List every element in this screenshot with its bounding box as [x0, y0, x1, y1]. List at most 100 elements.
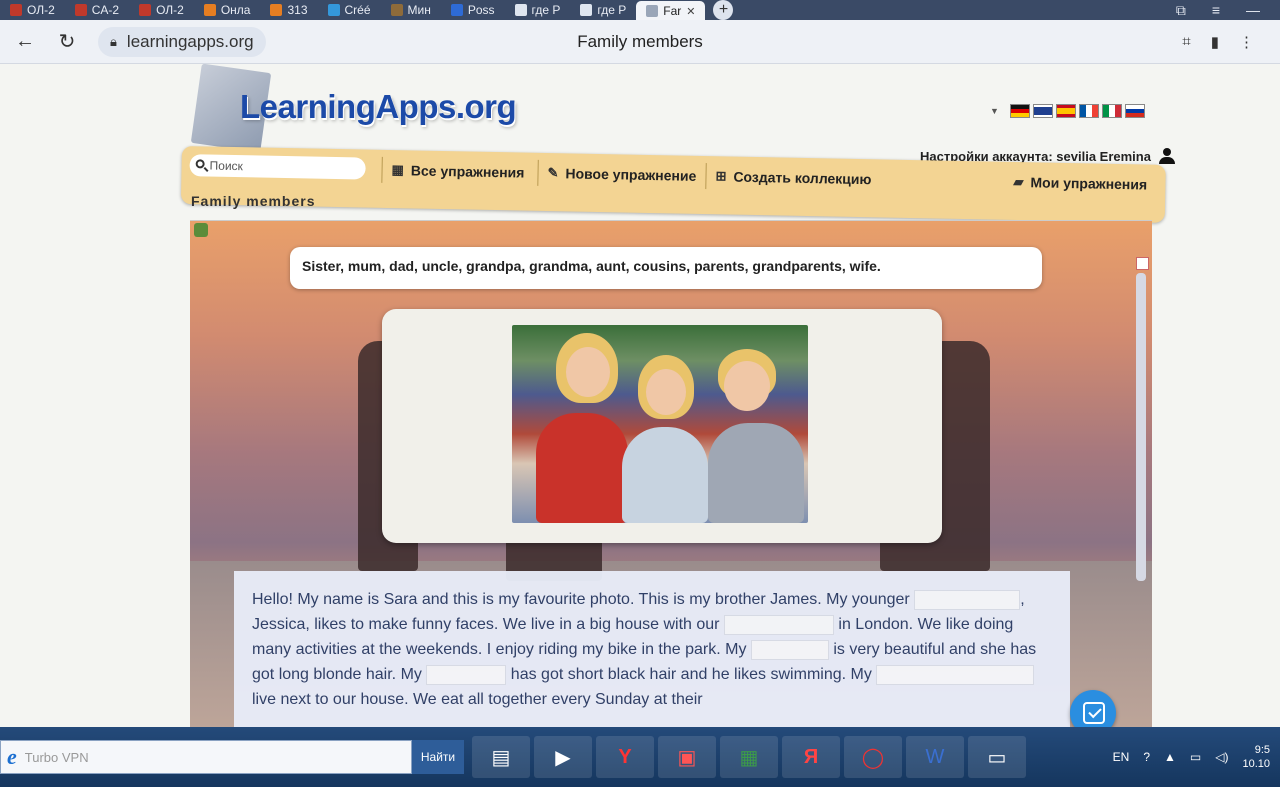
os-taskbar: e Turbo VPN Найти ▤ ▶ Y ▣ ▦ Я ◯ W ▭ EN ?… [0, 727, 1280, 787]
yandex-browser-icon[interactable]: Y [596, 736, 654, 778]
word-icon[interactable]: W [906, 736, 964, 778]
url-text: learningapps.org [126, 31, 254, 51]
tab-label: Мин [407, 3, 431, 17]
web-page: LearningApps.org ▼ Настройки аккаунта: s… [0, 64, 1280, 727]
tab-favicon-icon [74, 4, 87, 16]
clock-date: 10.10 [1242, 758, 1270, 770]
volume-icon[interactable]: ◁) [1215, 750, 1228, 764]
yandex-icon[interactable]: Я [782, 736, 840, 778]
scrollbar[interactable] [1136, 273, 1146, 581]
fullscreen-icon[interactable] [1136, 257, 1149, 270]
reload-icon[interactable]: ↻ [50, 29, 84, 54]
tab-label: Онла [220, 3, 251, 17]
more-icon[interactable]: ⋮ [1239, 33, 1254, 51]
answer-gap[interactable] [876, 664, 1035, 685]
taskbar-search-input[interactable]: e Turbo VPN [0, 740, 412, 774]
menu-separator [705, 163, 707, 190]
app-icon [194, 223, 208, 237]
tab-active[interactable]: Far ✕ [636, 1, 706, 20]
answer-gap[interactable] [426, 664, 507, 685]
tab-favicon-icon [10, 4, 22, 16]
menu-my-exercises[interactable]: ▰ Мои упражнения [1013, 169, 1147, 198]
clock[interactable]: 9:5 10.10 [1242, 743, 1270, 771]
child-face [566, 347, 610, 397]
answer-gap[interactable] [723, 614, 834, 635]
flag-it-icon[interactable] [1101, 104, 1122, 118]
photo-card [382, 309, 942, 543]
bookmark-icon[interactable]: ▮ [1211, 33, 1219, 51]
menu-separator [537, 159, 539, 186]
browser-tab[interactable]: CA-2 [65, 0, 129, 20]
flag-es-icon[interactable] [1055, 104, 1076, 118]
pencil-icon: ✎ [547, 165, 559, 181]
close-tab-icon[interactable]: ✕ [686, 5, 695, 18]
flag-en-icon[interactable] [1032, 104, 1053, 118]
tab-label: CA-2 [91, 3, 120, 17]
file-explorer-icon[interactable]: ▤ [472, 736, 530, 778]
back-arrow-icon[interactable]: ← [8, 30, 42, 53]
menu-new-label: Новое упражнение [565, 165, 697, 184]
flag-ru-icon[interactable] [1124, 104, 1145, 118]
taskbar-find-button[interactable]: Найти [412, 740, 464, 774]
excel-icon[interactable]: ▦ [720, 736, 778, 778]
window-controls: ⧉ ≡ — [1176, 2, 1280, 19]
url-field[interactable]: 🔒︎ learningapps.org [98, 26, 266, 57]
menu-create-collection[interactable]: ⊞ Создать коллекцию [705, 163, 872, 192]
tab-label: 313 [287, 3, 308, 17]
text-part: Hello! My name is Sara and this is my fa… [252, 591, 910, 608]
tray-chevron-icon[interactable]: ▲ [1164, 750, 1176, 764]
child-figure [622, 427, 708, 523]
word-bank: Sister, mum, dad, uncle, grandpa, grandm… [290, 247, 1042, 289]
taskbar-search-placeholder: Turbo VPN [24, 749, 89, 765]
answer-gap[interactable] [750, 639, 829, 660]
folder-icon: ▰ [1013, 173, 1024, 190]
menu-new-exercise[interactable]: ✎ Новое упражнение [537, 159, 697, 189]
tab-favicon-icon [390, 4, 403, 16]
text-part: has got short black hair and he likes sw… [510, 666, 872, 683]
language-indicator[interactable]: EN [1113, 750, 1130, 764]
address-bar: ← ↻ 🔒︎ learningapps.org Family members ⌗… [0, 20, 1280, 64]
tab-label: Créé [344, 3, 371, 17]
browser-tab[interactable]: Онла [194, 0, 261, 20]
minimize-icon[interactable]: — [1246, 2, 1260, 19]
collections-icon[interactable]: ⧉ [1176, 2, 1186, 19]
chevron-down-icon[interactable]: ▼ [990, 106, 999, 116]
language-selector: ▼ [990, 104, 1145, 118]
search-icon [195, 159, 205, 169]
browser-tab[interactable]: Poss [441, 0, 505, 20]
site-logo[interactable]: LearningApps.org [240, 88, 517, 126]
section-title: Family members [191, 193, 316, 209]
new-tab-button[interactable]: + [713, 0, 734, 20]
text-part: live next to our house. We eat all toget… [252, 691, 703, 708]
collection-icon: ⊞ [715, 168, 727, 184]
tab-favicon-icon [327, 4, 340, 16]
browser-tab[interactable]: Мин [381, 0, 441, 20]
help-icon[interactable]: ? [1143, 750, 1150, 764]
browser-tab[interactable]: 313 [260, 0, 317, 20]
presentation-icon[interactable]: ▣ [658, 736, 716, 778]
flag-de-icon[interactable] [1009, 104, 1030, 118]
opera-icon[interactable]: ◯ [844, 736, 902, 778]
system-tray: EN ? ▲ ▭ ◁) 9:5 10.10 [1113, 743, 1280, 771]
media-player-icon[interactable]: ▶ [534, 736, 592, 778]
taskbar-apps: ▤ ▶ Y ▣ ▦ Я ◯ W ▭ [472, 736, 1026, 778]
translate-icon[interactable]: ⌗ [1182, 33, 1190, 51]
browser-tab[interactable]: ОЛ-2 [0, 0, 65, 20]
browser-tab-strip: ОЛ-2 CA-2 ОЛ-2 Онла 313 Créé Мин Poss где Р где Р… [0, 0, 1280, 20]
lock-icon: 🔒︎ [110, 33, 117, 49]
search-input[interactable]: Поиск [189, 154, 366, 180]
browser-tab[interactable]: где Р [570, 0, 636, 20]
child-figure [536, 413, 628, 523]
browser-tab[interactable]: где Р [505, 0, 571, 20]
fill-in-text: Hello! My name is Sara and this is my fa… [234, 571, 1070, 727]
browser-e-icon: e [7, 744, 17, 769]
tab-label: ОЛ-2 [156, 3, 184, 17]
browser-tab[interactable]: ОЛ-2 [129, 0, 194, 20]
window-icon[interactable]: ▭ [968, 736, 1026, 778]
answer-gap[interactable] [914, 589, 1021, 610]
flag-fr-icon[interactable] [1078, 104, 1099, 118]
menu-all-exercises[interactable]: ▦ Все упражнения [381, 156, 525, 186]
browser-tab[interactable]: Créé [318, 0, 381, 20]
menu-icon[interactable]: ≡ [1212, 2, 1220, 19]
network-icon[interactable]: ▭ [1190, 750, 1201, 764]
